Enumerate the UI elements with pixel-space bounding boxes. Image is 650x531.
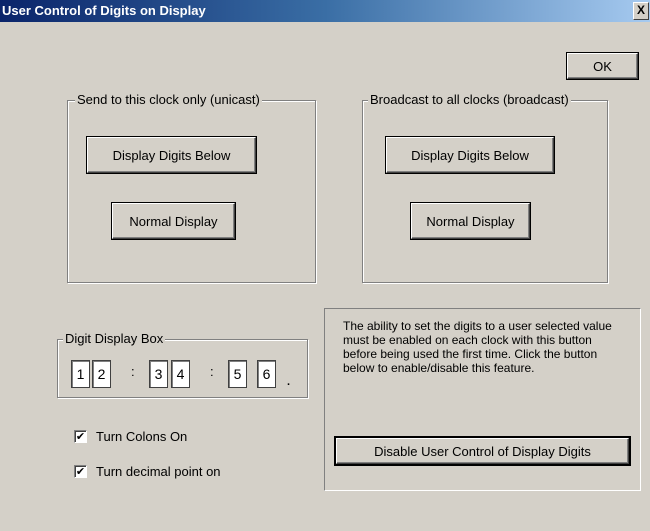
digit-input-1[interactable]: 1 bbox=[71, 360, 90, 388]
window-title: User Control of Digits on Display bbox=[2, 3, 206, 18]
close-icon: X bbox=[636, 3, 645, 17]
digit-input-5[interactable]: 5 bbox=[228, 360, 247, 388]
digit-input-3[interactable]: 3 bbox=[149, 360, 168, 388]
digit-display-group-legend: Digit Display Box bbox=[63, 331, 166, 346]
unicast-group-legend: Send to this clock only (unicast) bbox=[75, 92, 262, 107]
info-text: The ability to set the digits to a user … bbox=[343, 319, 612, 375]
unicast-group: Send to this clock only (unicast) bbox=[67, 92, 316, 283]
broadcast-normal-display-button[interactable]: Normal Display bbox=[411, 203, 530, 239]
broadcast-normal-display-label: Normal Display bbox=[426, 213, 515, 229]
broadcast-display-digits-label: Display Digits Below bbox=[411, 147, 529, 163]
check-mark-icon: ✔ bbox=[75, 430, 86, 443]
digit-input-6[interactable]: 6 bbox=[257, 360, 276, 388]
disable-user-control-label: Disable User Control of Display Digits bbox=[374, 443, 591, 459]
broadcast-display-digits-button[interactable]: Display Digits Below bbox=[386, 137, 554, 173]
colon-separator-2: : bbox=[210, 364, 214, 379]
unicast-normal-display-label: Normal Display bbox=[129, 213, 218, 229]
close-button[interactable]: X bbox=[633, 2, 649, 20]
colons-checkbox[interactable]: ✔ bbox=[74, 430, 87, 443]
digit-input-2[interactable]: 2 bbox=[92, 360, 111, 388]
title-bar: User Control of Digits on Display X bbox=[0, 0, 650, 22]
disable-user-control-button[interactable]: Disable User Control of Display Digits bbox=[336, 438, 629, 464]
ok-button[interactable]: OK bbox=[567, 53, 638, 79]
colons-checkbox-label[interactable]: Turn Colons On bbox=[96, 429, 187, 444]
unicast-display-digits-button[interactable]: Display Digits Below bbox=[87, 137, 256, 173]
decimal-point: . bbox=[287, 376, 291, 388]
broadcast-group-legend: Broadcast to all clocks (broadcast) bbox=[368, 92, 571, 107]
colon-separator-1: : bbox=[131, 364, 135, 379]
unicast-normal-display-button[interactable]: Normal Display bbox=[112, 203, 235, 239]
digit-input-4[interactable]: 4 bbox=[171, 360, 190, 388]
check-mark-icon: ✔ bbox=[75, 465, 86, 478]
broadcast-group: Broadcast to all clocks (broadcast) bbox=[362, 92, 608, 283]
unicast-display-digits-label: Display Digits Below bbox=[112, 147, 231, 163]
ok-button-label: OK bbox=[593, 58, 612, 74]
decimal-checkbox-label[interactable]: Turn decimal point on bbox=[96, 464, 221, 479]
decimal-checkbox[interactable]: ✔ bbox=[74, 465, 87, 478]
